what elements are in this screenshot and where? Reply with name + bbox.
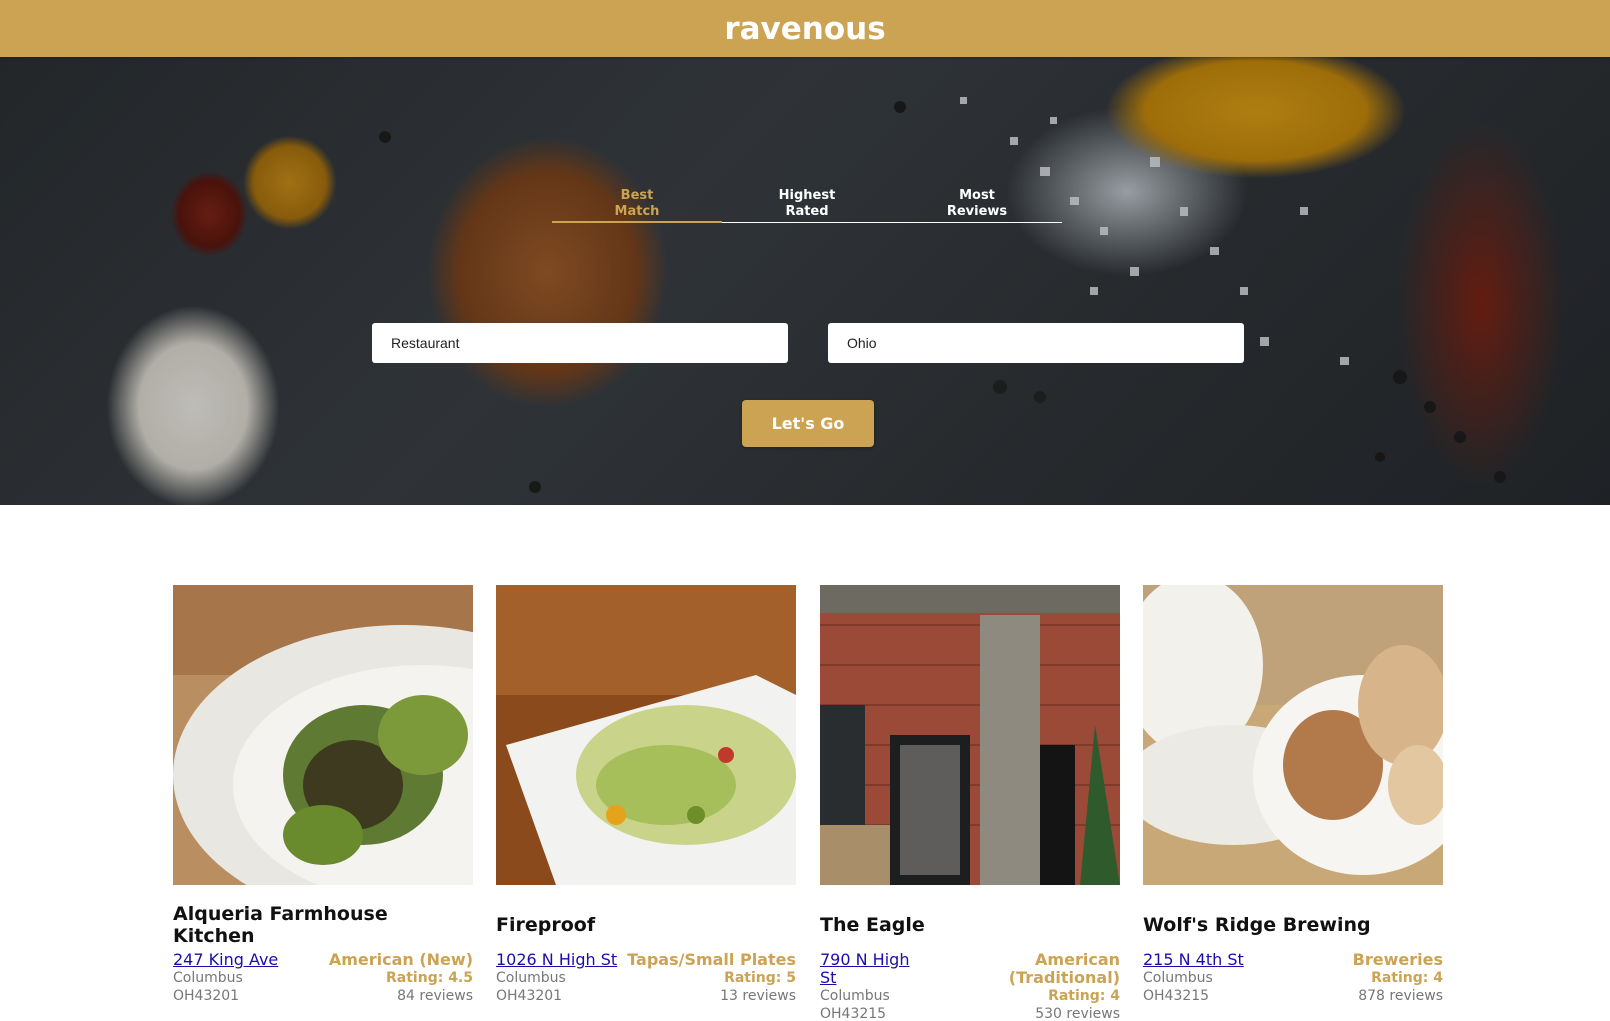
- business-zip: OH43215: [1143, 988, 1210, 1004]
- business-rating: Rating: 4: [1048, 988, 1120, 1004]
- navbar: ravenous: [0, 0, 1610, 57]
- business-information: 247 King Ave Columbus OH43201 American (…: [173, 951, 473, 1005]
- business-zip: OH43201: [173, 988, 240, 1004]
- business-review-count: 878 reviews: [1358, 988, 1443, 1004]
- business-image: [1143, 585, 1443, 885]
- business-address: 247 King Ave Columbus OH43201: [173, 951, 278, 1005]
- business-category: American (New): [328, 950, 473, 969]
- business-street-link[interactable]: 215 N 4th St: [1143, 951, 1244, 969]
- business-reviews: Breweries Rating: 4 878 reviews: [1353, 951, 1443, 1005]
- business-category: American (Traditional): [1008, 950, 1120, 987]
- business-rating: Rating: 4.5: [386, 970, 473, 986]
- sort-option-most-reviews[interactable]: Most Reviews: [892, 185, 1062, 222]
- business-address: 790 N High St Columbus OH43215: [820, 951, 930, 1021]
- business-name: Fireproof: [496, 914, 596, 936]
- business-review-count: 13 reviews: [720, 988, 796, 1004]
- business-review-count: 530 reviews: [1035, 1006, 1120, 1021]
- business-information: 215 N 4th St Columbus OH43215 Breweries …: [1143, 951, 1443, 1005]
- search-term-input[interactable]: [372, 323, 788, 363]
- location-input[interactable]: [828, 323, 1244, 363]
- business-card: Fireproof 1026 N High St Columbus OH4320…: [496, 585, 796, 1015]
- business-street-link[interactable]: 1026 N High St: [496, 951, 617, 969]
- sort-option-highest-rated[interactable]: Highest Rated: [722, 185, 892, 222]
- business-city: Columbus: [173, 970, 243, 986]
- business-street-link[interactable]: 247 King Ave: [173, 951, 278, 969]
- business-reviews: American (Traditional) Rating: 4 530 rev…: [1000, 951, 1120, 1021]
- business-category: Breweries: [1352, 950, 1443, 969]
- business-photo-dessert: [1143, 585, 1443, 885]
- business-card: The Eagle 790 N High St Columbus OH43215…: [820, 585, 1120, 1021]
- business-information: 1026 N High St Columbus OH43201 Tapas/Sm…: [496, 951, 796, 1005]
- business-card: Alqueria Farmhouse Kitchen 247 King Ave …: [173, 585, 473, 1015]
- business-city: Columbus: [820, 988, 890, 1004]
- business-name: Wolf's Ridge Brewing: [1143, 914, 1371, 936]
- sort-options: Best Match Highest Rated Most Reviews: [552, 185, 1062, 223]
- business-city: Columbus: [496, 970, 566, 986]
- sort-option-best-match[interactable]: Best Match: [552, 185, 722, 223]
- business-image: [820, 585, 1120, 885]
- business-rating: Rating: 5: [724, 970, 796, 986]
- business-card: Wolf's Ridge Brewing 215 N 4th St Columb…: [1143, 585, 1443, 1015]
- business-name: Alqueria Farmhouse Kitchen: [173, 903, 388, 947]
- search-bar: Best Match Highest Rated Most Reviews Le…: [0, 57, 1610, 505]
- business-image: [173, 585, 473, 885]
- business-list: Alqueria Farmhouse Kitchen 247 King Ave …: [173, 585, 1443, 1021]
- business-review-count: 84 reviews: [397, 988, 473, 1004]
- business-street-link[interactable]: 790 N High St: [820, 951, 930, 987]
- lets-go-button[interactable]: Let's Go: [742, 400, 874, 447]
- business-name: The Eagle: [820, 914, 925, 936]
- business-photo-salad: [496, 585, 796, 885]
- business-photo-storefront: [820, 585, 1120, 885]
- business-reviews: American (New) Rating: 4.5 84 reviews: [329, 951, 473, 1005]
- business-address: 1026 N High St Columbus OH43201: [496, 951, 617, 1005]
- business-city: Columbus: [1143, 970, 1213, 986]
- business-image: [496, 585, 796, 885]
- logo: ravenous: [724, 10, 886, 47]
- business-reviews: Tapas/Small Plates Rating: 5 13 reviews: [627, 951, 796, 1005]
- business-address: 215 N 4th St Columbus OH43215: [1143, 951, 1244, 1005]
- business-photo-brussels-sprouts: [173, 585, 473, 885]
- business-zip: OH43215: [820, 1006, 887, 1021]
- business-information: 790 N High St Columbus OH43215 American …: [820, 951, 1120, 1021]
- business-zip: OH43201: [496, 988, 563, 1004]
- business-category: Tapas/Small Plates: [627, 950, 796, 969]
- business-rating: Rating: 4: [1371, 970, 1443, 986]
